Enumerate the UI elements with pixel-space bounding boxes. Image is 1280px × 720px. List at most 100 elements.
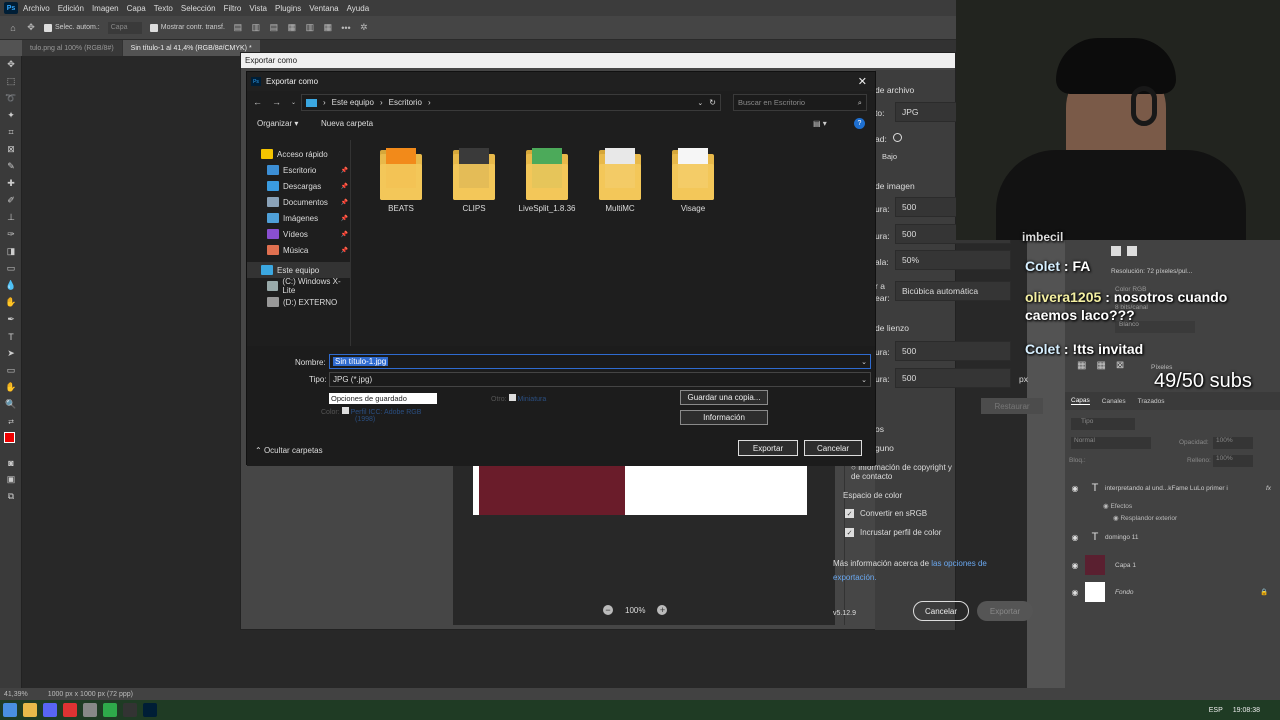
- chevron-down-icon[interactable]: ⌄: [861, 376, 867, 384]
- browser-icon[interactable]: [63, 703, 77, 717]
- nav-item[interactable]: Escritorio 📌: [247, 162, 350, 178]
- tab-trazados[interactable]: Trazados: [1138, 398, 1165, 405]
- layer-outer-glow[interactable]: ◉ Resplandor exterior: [1113, 514, 1177, 522]
- pin-icon[interactable]: 📌: [341, 247, 348, 254]
- quality-slider-handle[interactable]: [893, 133, 902, 142]
- nav-item[interactable]: (C:) Windows X-Lite: [247, 277, 350, 295]
- pin-icon[interactable]: 📌: [341, 215, 348, 222]
- shape-tool-icon[interactable]: ▭: [0, 362, 22, 379]
- cancel-button[interactable]: Cancelar: [913, 601, 969, 621]
- metadata-none-option[interactable]: guno: [875, 443, 894, 453]
- search-icon[interactable]: ⌕: [858, 98, 862, 108]
- export-options-link[interactable]: las opciones de: [931, 559, 987, 568]
- more-icon[interactable]: •••: [341, 23, 351, 33]
- swap-colors-icon[interactable]: ⇄: [0, 413, 22, 430]
- nav-item[interactable]: Descargas 📌: [247, 178, 350, 194]
- move-tool-icon[interactable]: ✥: [0, 56, 22, 73]
- path-selection-tool-icon[interactable]: ➤: [0, 345, 22, 362]
- eye-icon[interactable]: ◉: [1065, 533, 1085, 542]
- help-icon[interactable]: ?: [854, 118, 865, 129]
- close-icon[interactable]: ✕: [858, 75, 867, 88]
- pin-icon[interactable]: 📌: [341, 183, 348, 190]
- eyedropper-tool-icon[interactable]: ✎: [0, 158, 22, 175]
- menu-filtro[interactable]: Filtro: [224, 4, 242, 13]
- eye-icon[interactable]: ◉: [1065, 588, 1085, 597]
- layer-row[interactable]: ◉ Fondo 🔒: [1065, 580, 1280, 604]
- magic-wand-tool-icon[interactable]: ✦: [0, 107, 22, 124]
- pin-icon[interactable]: 📌: [341, 199, 348, 206]
- pen-tool-icon[interactable]: ✒: [0, 311, 22, 328]
- nav-item[interactable]: Música 📌: [247, 242, 350, 258]
- align-center-icon[interactable]: ▥: [251, 22, 261, 33]
- nav-item[interactable]: Acceso rápido: [247, 146, 350, 162]
- auto-select-option[interactable]: Selec. autom.:: [44, 23, 100, 32]
- align-bottom-icon[interactable]: ▦: [323, 22, 333, 33]
- language-indicator[interactable]: ESP: [1209, 707, 1223, 714]
- layer-effects[interactable]: ◉ Efectos: [1103, 502, 1132, 510]
- align-left-icon[interactable]: ▤: [233, 22, 243, 33]
- folder-item[interactable]: MultiMC: [590, 148, 650, 346]
- nav-item[interactable]: Este equipo: [247, 262, 350, 278]
- layer-row[interactable]: ◉ Capa 1: [1065, 553, 1280, 577]
- checkbox-icon[interactable]: [149, 23, 158, 32]
- crop-tool-icon[interactable]: ⌗: [0, 124, 22, 141]
- breadcrumb-escritorio[interactable]: Escritorio: [389, 98, 422, 107]
- canvas-height-input[interactable]: 500: [895, 368, 1011, 388]
- hide-folders-toggle[interactable]: ⌃ Ocultar carpetas: [255, 446, 323, 455]
- foreground-color[interactable]: [4, 432, 15, 443]
- align-right-icon[interactable]: ▤: [269, 22, 279, 33]
- pin-icon[interactable]: 📌: [341, 167, 348, 174]
- checkbox-icon[interactable]: ✓: [845, 528, 854, 537]
- fx-icon[interactable]: fx: [1266, 485, 1280, 492]
- new-folder-button[interactable]: Nueva carpeta: [321, 119, 373, 128]
- blur-tool-icon[interactable]: 💧: [0, 277, 22, 294]
- checkbox-icon[interactable]: [341, 407, 349, 414]
- rulers-icon[interactable]: ⊠: [1116, 360, 1124, 374]
- filename-input[interactable]: Sin título-1.jpg ⌄: [329, 354, 871, 369]
- discord-icon[interactable]: [43, 703, 57, 717]
- filetype-dropdown[interactable]: JPG (*.jpg) ⌄: [329, 372, 871, 387]
- chevron-down-icon[interactable]: ⌄: [861, 358, 867, 366]
- tab-document-1[interactable]: tulo.png al 100% (RGB/8#): [22, 40, 122, 56]
- layer-row[interactable]: ◉ T interpretando al und...kFame LuLo pr…: [1065, 474, 1280, 502]
- lasso-tool-icon[interactable]: ➰: [0, 90, 22, 107]
- resample-dropdown[interactable]: Bicúbica automática: [895, 281, 1011, 301]
- nav-item[interactable]: Imágenes 📌: [247, 210, 350, 226]
- blend-mode-dropdown[interactable]: Normal: [1071, 437, 1151, 449]
- address-bar[interactable]: › Este equipo › Escritorio › ⌄ ↻: [301, 94, 721, 111]
- document-icon[interactable]: [1111, 246, 1121, 256]
- color-swatches[interactable]: [0, 430, 21, 454]
- export-options-link-2[interactable]: exportación.: [833, 573, 877, 582]
- menu-archivo[interactable]: Archivo: [23, 4, 50, 13]
- organize-button[interactable]: Organizar ▾: [257, 119, 298, 128]
- cancel-file-button[interactable]: Cancelar: [804, 440, 862, 456]
- checkbox-icon[interactable]: [44, 23, 52, 32]
- layer-search-input[interactable]: Tipo: [1071, 418, 1135, 430]
- nav-item[interactable]: Vídeos 📌: [247, 226, 350, 242]
- clock[interactable]: 19:08:38: [1233, 707, 1260, 714]
- zoom-out-icon[interactable]: −: [603, 605, 613, 615]
- obs-icon[interactable]: [83, 703, 97, 717]
- app-icon[interactable]: [103, 703, 117, 717]
- zoom-in-icon[interactable]: +: [657, 605, 668, 615]
- search-input[interactable]: Buscar en Escritorio ⌕: [733, 94, 867, 111]
- checkbox-icon[interactable]: ✓: [845, 509, 854, 518]
- export-file-button[interactable]: Exportar: [738, 440, 798, 456]
- scale-dropdown[interactable]: 50%: [895, 250, 1011, 270]
- tab-canales[interactable]: Canales: [1102, 398, 1126, 405]
- srgb-checkbox[interactable]: ✓ Convertir en sRGB: [845, 509, 927, 518]
- folder-item[interactable]: CLIPS: [444, 148, 504, 346]
- artboard-icon[interactable]: ⧉: [0, 488, 22, 505]
- layer-row[interactable]: ◉ T domingo 11: [1065, 526, 1280, 548]
- menu-ventana[interactable]: Ventana: [309, 4, 338, 13]
- menu-ayuda[interactable]: Ayuda: [347, 4, 370, 13]
- screen-mode-icon[interactable]: ▣: [0, 471, 22, 488]
- canvas-width-input[interactable]: 500: [895, 341, 1011, 361]
- eye-icon[interactable]: ◉: [1065, 561, 1085, 570]
- zoom-tool-icon[interactable]: 🔍: [0, 396, 22, 413]
- eraser-tool-icon[interactable]: ◨: [0, 243, 22, 260]
- export-button[interactable]: Exportar: [977, 601, 1033, 621]
- windows-start-icon[interactable]: [3, 703, 17, 717]
- hand-tool-icon[interactable]: ✋: [0, 379, 22, 396]
- brush-tool-icon[interactable]: ✐: [0, 192, 22, 209]
